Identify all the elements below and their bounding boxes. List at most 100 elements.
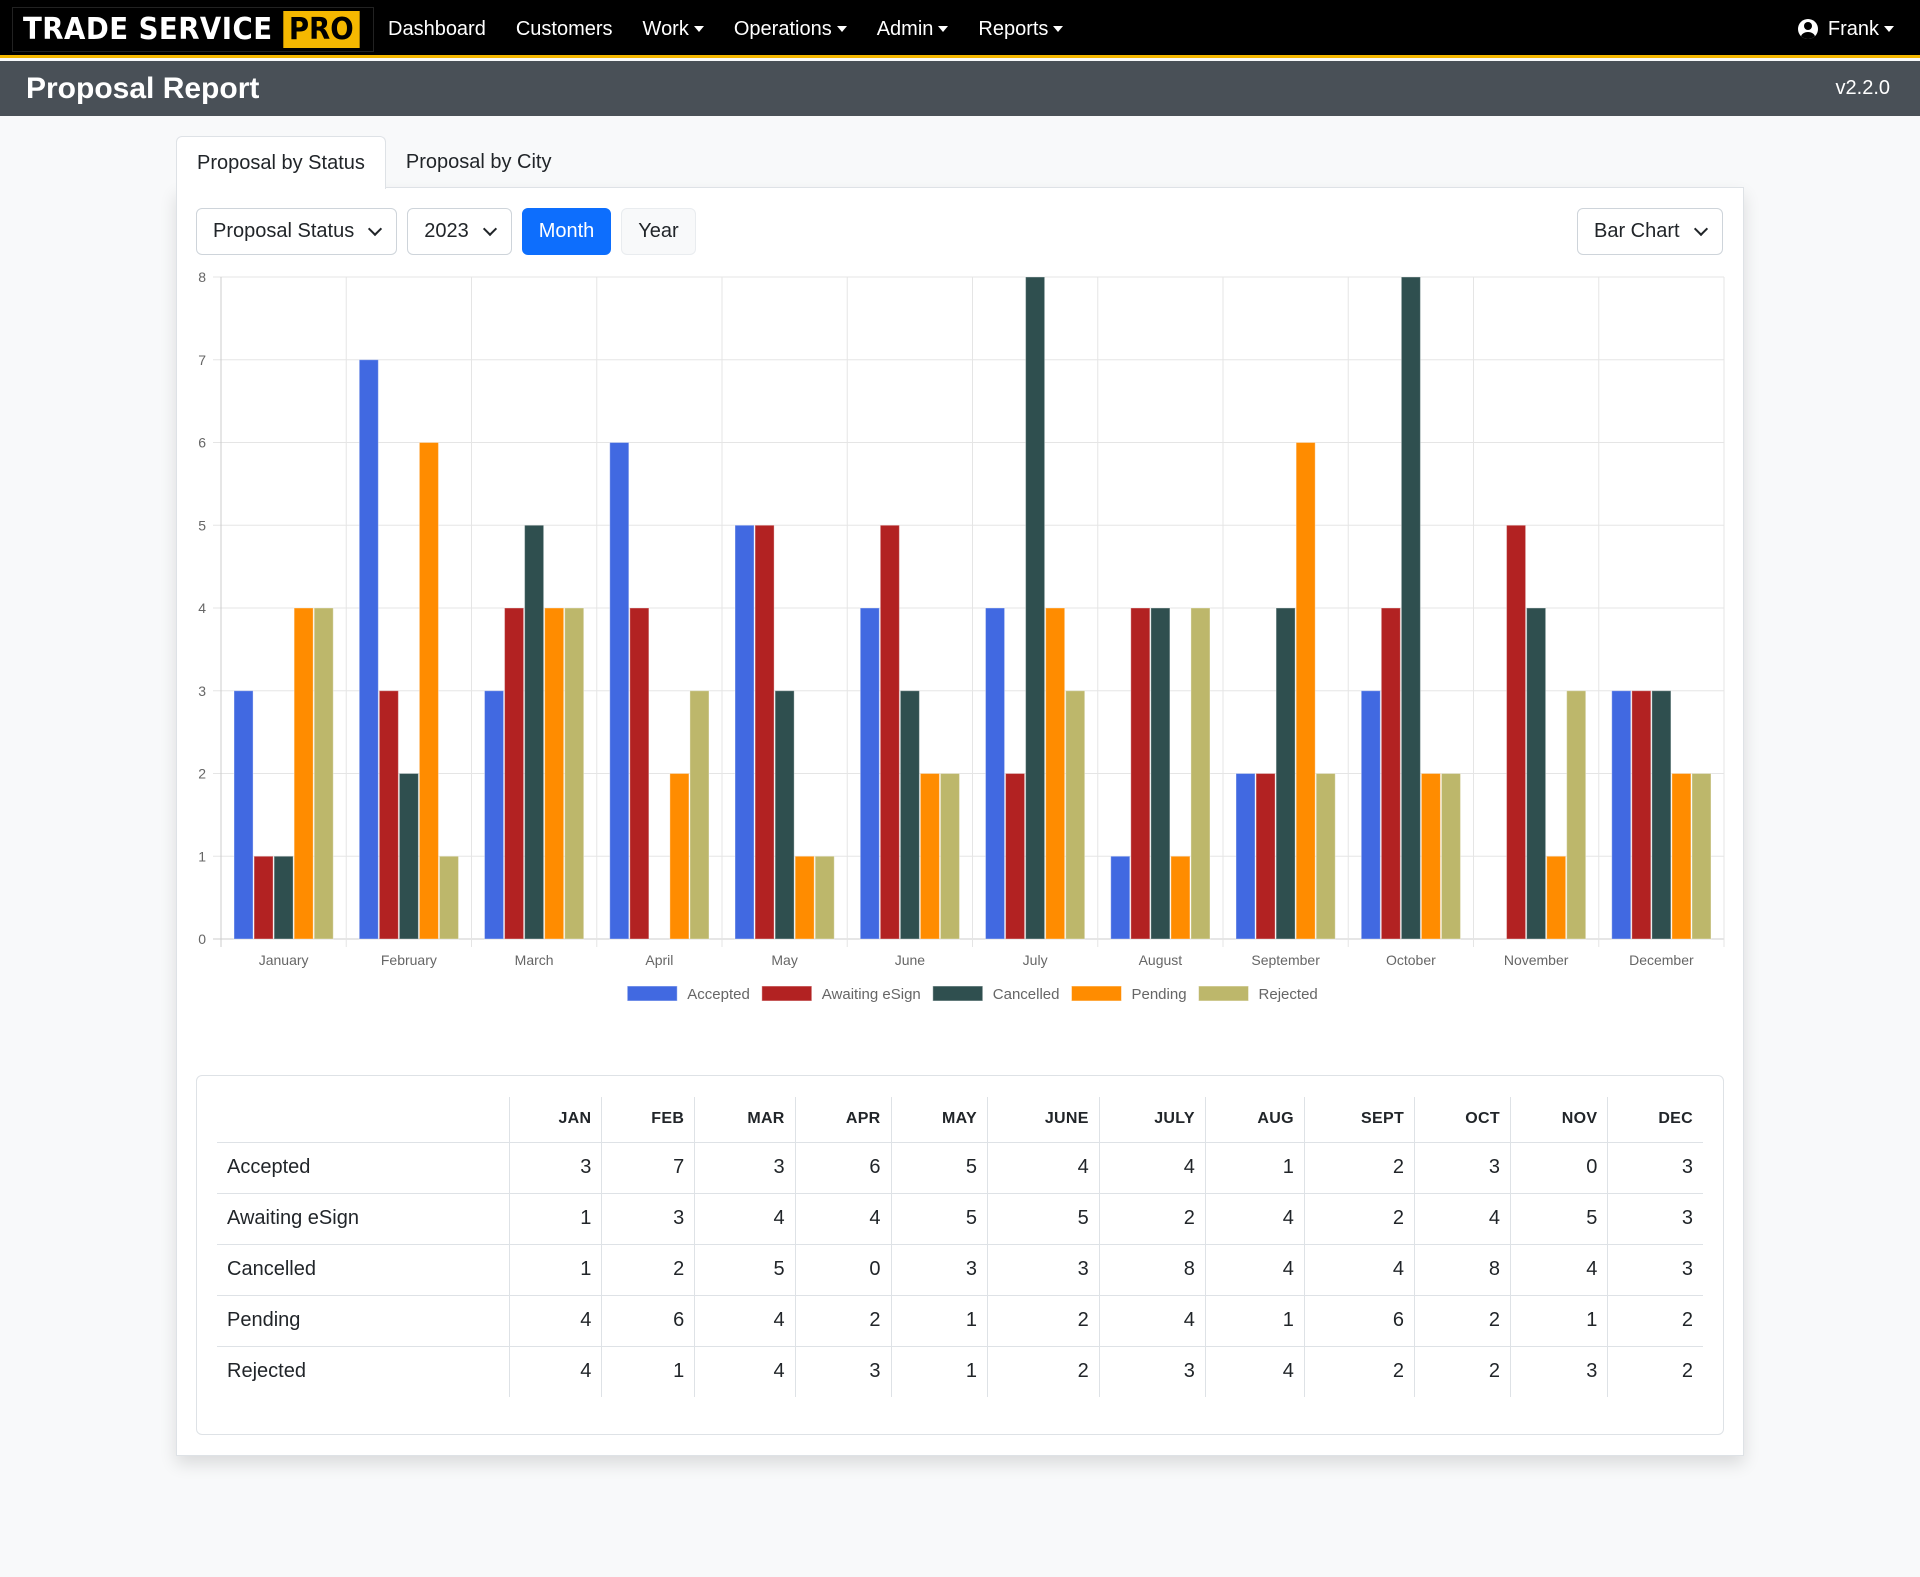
- user-menu[interactable]: Frank: [1797, 0, 1894, 58]
- bar-accepted: [233, 690, 254, 940]
- year-select[interactable]: 2023: [407, 208, 512, 255]
- user-circle-icon: [1797, 19, 1818, 39]
- bar-cancelled: [273, 855, 294, 940]
- legend-item-cancelled[interactable]: Cancelled: [932, 985, 1060, 1003]
- y-tick-label: 2: [198, 766, 206, 782]
- table-cell: 4: [694, 1193, 796, 1245]
- tab-proposal-by-status[interactable]: Proposal by Status: [176, 136, 386, 189]
- table-cell: 3: [1414, 1142, 1511, 1194]
- data-table-card: JAN FEB MAR APR MAY JUNE JULY AUG SEPT O…: [196, 1075, 1724, 1435]
- table-cell: 1: [508, 1193, 602, 1245]
- table-cell: 2: [1098, 1193, 1206, 1245]
- table-cell: 3: [1607, 1142, 1703, 1194]
- brand-name: TRADE SERVICE: [23, 12, 273, 47]
- tab-label: Proposal by Status: [197, 151, 365, 174]
- x-tick-label: June: [895, 952, 926, 968]
- x-tick-label: January: [259, 952, 309, 968]
- legend-label: Cancelled: [993, 986, 1060, 1003]
- table-row: Awaiting eSign 1 3 4 4 5 5 2 4 2 4 5 3: [217, 1193, 1703, 1245]
- caret-down-icon: [693, 26, 704, 32]
- legend-item-pending[interactable]: Pending: [1070, 985, 1187, 1003]
- nav-reports-dropdown[interactable]: Reports: [978, 17, 1064, 41]
- tab-proposal-by-city[interactable]: Proposal by City: [386, 136, 572, 188]
- column-header: MAR: [694, 1097, 796, 1143]
- legend-swatch: [761, 985, 813, 1002]
- version-label: v2.2.0: [1835, 77, 1890, 99]
- nav-reports-label: Reports: [978, 17, 1049, 40]
- bar-rejected: [1065, 690, 1086, 940]
- bar-accepted: [734, 524, 755, 940]
- bar-cancelled: [524, 524, 545, 940]
- legend-label: Rejected: [1259, 986, 1318, 1003]
- column-header: AUG: [1204, 1097, 1305, 1143]
- table-cell: 2: [1607, 1295, 1703, 1347]
- table-cell: 2: [601, 1244, 695, 1296]
- table-cell: 4: [508, 1295, 602, 1347]
- row-label: Rejected: [227, 1360, 306, 1383]
- bar-rejected: [1315, 773, 1336, 940]
- chart-type-select[interactable]: Bar Chart: [1577, 208, 1723, 255]
- bar-accepted: [358, 359, 379, 940]
- chart-legend[interactable]: Accepted Awaiting eSign Cancelled Pending Re…: [626, 985, 1318, 1003]
- legend-swatch: [626, 985, 678, 1002]
- year-button[interactable]: Year: [621, 208, 696, 255]
- year-value: 2023: [424, 220, 469, 242]
- nav-work-dropdown[interactable]: Work: [643, 18, 704, 41]
- table-cell: 4: [1414, 1193, 1511, 1245]
- y-tick-label: 0: [198, 931, 206, 947]
- table-cell: 0: [1509, 1142, 1608, 1194]
- bar-pending: [1546, 855, 1567, 940]
- table-cell: 4: [1204, 1244, 1305, 1296]
- caret-down-icon: [938, 26, 949, 32]
- x-tick-label: April: [645, 952, 673, 968]
- top-navbar: TRADE SERVICE PRO Dashboard Customers Wo…: [0, 0, 1920, 58]
- column-header: JULY: [1098, 1097, 1206, 1143]
- bar-rejected: [564, 607, 585, 940]
- bar-pending: [919, 773, 940, 940]
- table-cell: 2: [986, 1295, 1100, 1347]
- nav-dashboard[interactable]: Dashboard: [388, 18, 486, 41]
- table-cell: 0: [794, 1244, 892, 1296]
- nav-customers-label: Customers: [515, 17, 613, 40]
- legend-label: Pending: [1131, 986, 1186, 1003]
- legend-item-accepted[interactable]: Accepted: [626, 985, 750, 1003]
- table-cell: 2: [1303, 1346, 1415, 1397]
- table-cell: 4: [1204, 1346, 1305, 1397]
- proposal-status-table: JAN FEB MAR APR MAY JUNE JULY AUG SEPT O…: [217, 1097, 1703, 1397]
- table-cell: 3: [890, 1244, 988, 1296]
- x-tick-label: February: [381, 952, 437, 968]
- column-header: NOV: [1509, 1097, 1608, 1143]
- table-cell: 3: [601, 1193, 695, 1245]
- nav-operations-dropdown[interactable]: Operations: [734, 18, 847, 41]
- table-cell: 8: [1098, 1244, 1206, 1296]
- table-cell: 6: [1303, 1295, 1415, 1347]
- table-cell: 3: [508, 1142, 602, 1194]
- table-cell: 5: [986, 1193, 1100, 1245]
- table-cell: 4: [1303, 1244, 1415, 1296]
- table-cell: 4: [794, 1193, 892, 1245]
- nav-admin-dropdown[interactable]: Admin: [877, 18, 949, 41]
- table-cell: 2: [986, 1346, 1100, 1397]
- table-cell: 6: [601, 1295, 695, 1347]
- x-tick-label: March: [515, 952, 554, 968]
- legend-swatch: [1198, 985, 1250, 1002]
- brand-logo[interactable]: TRADE SERVICE PRO: [12, 7, 374, 52]
- bar-cancelled: [1400, 276, 1421, 940]
- legend-item-rejected[interactable]: Rejected: [1198, 985, 1318, 1003]
- table-cell: 4: [508, 1346, 602, 1397]
- table-cell: 2: [1414, 1346, 1511, 1397]
- bar-awaiting-esign: [1506, 524, 1527, 940]
- table-cell: 4: [1509, 1244, 1608, 1296]
- caret-down-icon: [1884, 26, 1894, 32]
- bar-cancelled: [1526, 607, 1547, 940]
- table-cell: 4: [1098, 1142, 1206, 1194]
- month-button[interactable]: Month: [521, 208, 612, 255]
- bar-awaiting-esign: [1380, 607, 1401, 940]
- nav-customers[interactable]: Customers: [516, 18, 613, 41]
- group-by-select[interactable]: Proposal Status: [196, 208, 398, 255]
- table-cell: 1: [508, 1244, 602, 1296]
- legend-item-awaiting-esign[interactable]: Awaiting eSign: [761, 985, 921, 1003]
- table-cell: 4: [694, 1295, 796, 1347]
- table-cell: 1: [890, 1295, 988, 1347]
- legend-label: Accepted: [687, 986, 750, 1003]
